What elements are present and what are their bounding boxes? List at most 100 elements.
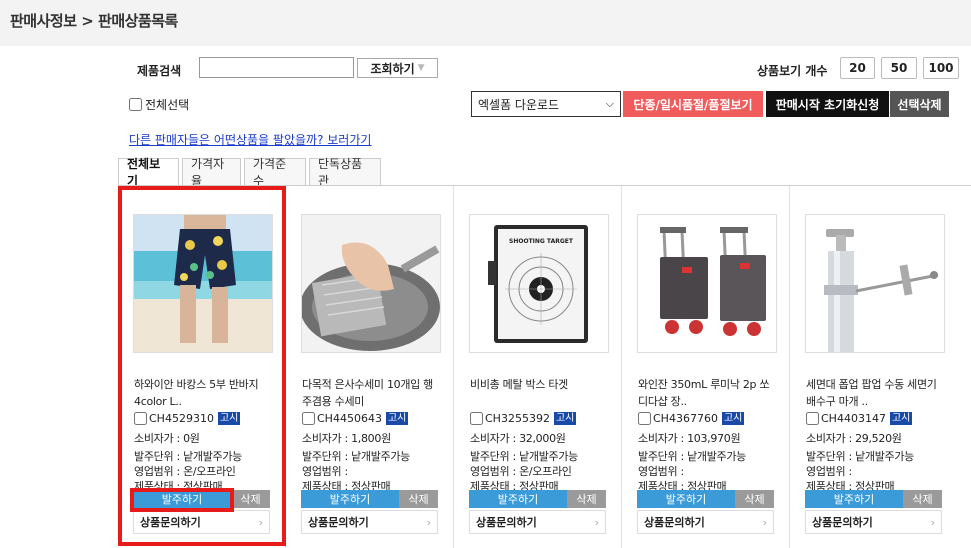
product-card: 세면대 폽업 팝업 수동 세면기 배수구 마개 .. CH4403147 고시 … <box>790 186 971 548</box>
product-card: SHOOTING TARGET 비비총 메탈 박스 타겟 CH3255392 고… <box>454 186 622 548</box>
product-tabs: 전체보기 가격자율 가격준수 단독상품관 <box>118 157 381 188</box>
product-name: 하와이안 바캉스 5부 반바지 4color L.. <box>134 378 259 408</box>
chevron-right-icon: › <box>930 515 935 529</box>
product-inquiry-label: 상품문의하기 <box>476 516 537 529</box>
order-unit: 발주단위 : 낱개발주가능 <box>638 450 746 463</box>
product-card: 와인잔 350mL 루미낙 2p 쏘 디다샵 장.. CH4367760 고시 … <box>622 186 790 548</box>
product-inquiry-label: 상품문의하기 <box>140 516 201 529</box>
order-button[interactable]: 발주하기 <box>133 490 231 508</box>
product-image[interactable] <box>133 214 273 353</box>
excel-download-select[interactable]: 엑셀폼 다운로드 ⌵ <box>471 91 621 117</box>
order-unit: 발주단위 : 낱개발주가능 <box>134 450 242 463</box>
product-image[interactable]: SHOOTING TARGET <box>469 214 609 353</box>
product-inquiry-label: 상품문의하기 <box>812 516 873 529</box>
breadcrumb: 판매사정보 > 판매상품목록 <box>10 12 178 30</box>
order-row: 발주하기 삭제 <box>469 490 606 508</box>
tab-price-free[interactable]: 가격자율 <box>182 157 241 188</box>
view-count-100-button[interactable]: 100 <box>923 57 959 79</box>
tab-exclusive[interactable]: 단독상품관 <box>309 157 381 188</box>
product-inquiry-button[interactable]: 상품문의하기 › <box>469 510 606 534</box>
delete-button[interactable]: 삭제 <box>567 490 606 508</box>
product-inquiry-button[interactable]: 상품문의하기 › <box>301 510 438 534</box>
target-caption: SHOOTING TARGET <box>509 238 574 245</box>
search-button-label: 조회하기 <box>370 61 415 76</box>
order-row: 발주하기 삭제 <box>133 490 270 508</box>
order-unit: 발주단위 : 낱개발주가능 <box>806 450 914 463</box>
delete-button[interactable]: 삭제 <box>903 490 942 508</box>
select-all[interactable]: 전체선택 <box>129 96 189 113</box>
search-input[interactable] <box>199 57 354 78</box>
product-code-row: CH4529310 고시 <box>134 412 241 425</box>
search-button[interactable]: 조회하기 ▼ <box>357 58 438 78</box>
consumer-price: 소비자가 : 1,800원 <box>302 432 391 445</box>
product-checkbox[interactable] <box>638 412 651 425</box>
product-inquiry-button[interactable]: 상품문의하기 › <box>637 510 774 534</box>
product-checkbox[interactable] <box>806 412 819 425</box>
breadcrumb-bar: 판매사정보 > 판매상품목록 <box>0 0 971 46</box>
consumer-price: 소비자가 : 0원 <box>134 432 200 445</box>
product-grid: 하와이안 바캉스 5부 반바지 4color L.. CH4529310 고시 … <box>118 186 971 548</box>
notice-badge[interactable]: 고시 <box>553 412 577 425</box>
product-image[interactable] <box>301 214 441 353</box>
target-box-image: SHOOTING TARGET <box>470 215 608 352</box>
order-button[interactable]: 발주하기 <box>805 490 903 508</box>
product-code-row: CH4450643 고시 <box>302 412 409 425</box>
chevron-down-icon: ⌵ <box>605 97 614 110</box>
shopping-cart-image <box>638 215 776 352</box>
order-unit: 발주단위 : 낱개발주가능 <box>470 450 578 463</box>
product-code-row: CH4403147 고시 <box>806 412 913 425</box>
select-all-label: 전체선택 <box>145 98 190 112</box>
sales-scope: 영업범위 : <box>638 465 684 478</box>
drain-plug-image <box>806 215 944 352</box>
product-image[interactable] <box>805 214 945 353</box>
consumer-price: 소비자가 : 103,970원 <box>638 432 741 445</box>
product-card: 하와이안 바캉스 5부 반바지 4color L.. CH4529310 고시 … <box>118 186 286 548</box>
order-row: 발주하기 삭제 <box>637 490 774 508</box>
notice-badge[interactable]: 고시 <box>889 412 913 425</box>
chevron-right-icon: › <box>258 515 263 529</box>
product-inquiry-label: 상품문의하기 <box>308 516 369 529</box>
tab-price-fixed[interactable]: 가격준수 <box>244 157 306 188</box>
product-name: 다목적 은사수세미 10개입 행주겸용 수세미 <box>302 378 434 408</box>
order-button[interactable]: 발주하기 <box>637 490 735 508</box>
view-count-50-button[interactable]: 50 <box>881 57 917 79</box>
view-count-label: 상품보기 개수 <box>757 64 828 78</box>
select-all-checkbox[interactable] <box>129 98 142 111</box>
product-image[interactable] <box>637 214 777 353</box>
product-code-row: CH4367760 고시 <box>638 412 745 425</box>
view-count-20-button[interactable]: 20 <box>840 57 875 79</box>
discontinued-view-button[interactable]: 단종/일시품절/품절보기 <box>623 91 763 117</box>
product-checkbox[interactable] <box>134 412 147 425</box>
chevron-right-icon: › <box>594 515 599 529</box>
product-card: 다목적 은사수세미 10개입 행주겸용 수세미 CH4450643 고시 소비자… <box>286 186 454 548</box>
other-sellers-link[interactable]: 다른 판매자들은 어떤상품을 팔았을까? 보러가기 <box>129 131 371 148</box>
sales-scope: 영업범위 : <box>806 465 852 478</box>
order-button[interactable]: 발주하기 <box>469 490 567 508</box>
product-checkbox[interactable] <box>470 412 483 425</box>
product-inquiry-button[interactable]: 상품문의하기 › <box>133 510 270 534</box>
consumer-price: 소비자가 : 32,000원 <box>470 432 566 445</box>
product-code: CH4403147 <box>821 412 886 425</box>
delete-button[interactable]: 삭제 <box>735 490 774 508</box>
order-row: 발주하기 삭제 <box>301 490 438 508</box>
order-button[interactable]: 발주하기 <box>301 490 399 508</box>
tab-all[interactable]: 전체보기 <box>118 157 179 188</box>
product-checkbox[interactable] <box>302 412 315 425</box>
order-unit: 발주단위 : 낱개발주가능 <box>302 450 410 463</box>
delete-button[interactable]: 삭제 <box>399 490 438 508</box>
sales-reset-request-button[interactable]: 판매시작 초기화신청 <box>766 91 889 117</box>
product-name: 비비총 메탈 박스 타겟 <box>470 378 568 391</box>
product-name: 세면대 폽업 팝업 수동 세면기 배수구 마개 .. <box>806 378 937 408</box>
sales-scope: 영업범위 : 온/오프라인 <box>470 465 572 478</box>
scrubber-pan-image <box>302 215 440 352</box>
sales-scope: 영업범위 : 온/오프라인 <box>134 465 236 478</box>
delete-button[interactable]: 삭제 <box>231 490 270 508</box>
delete-selected-button[interactable]: 선택삭제 <box>890 91 949 117</box>
product-inquiry-button[interactable]: 상품문의하기 › <box>805 510 942 534</box>
consumer-price: 소비자가 : 29,520원 <box>806 432 902 445</box>
notice-badge[interactable]: 고시 <box>721 412 745 425</box>
notice-badge[interactable]: 고시 <box>385 412 409 425</box>
product-code: CH3255392 <box>485 412 550 425</box>
excel-select-value: 엑셀폼 다운로드 <box>478 97 560 112</box>
notice-badge[interactable]: 고시 <box>217 412 241 425</box>
